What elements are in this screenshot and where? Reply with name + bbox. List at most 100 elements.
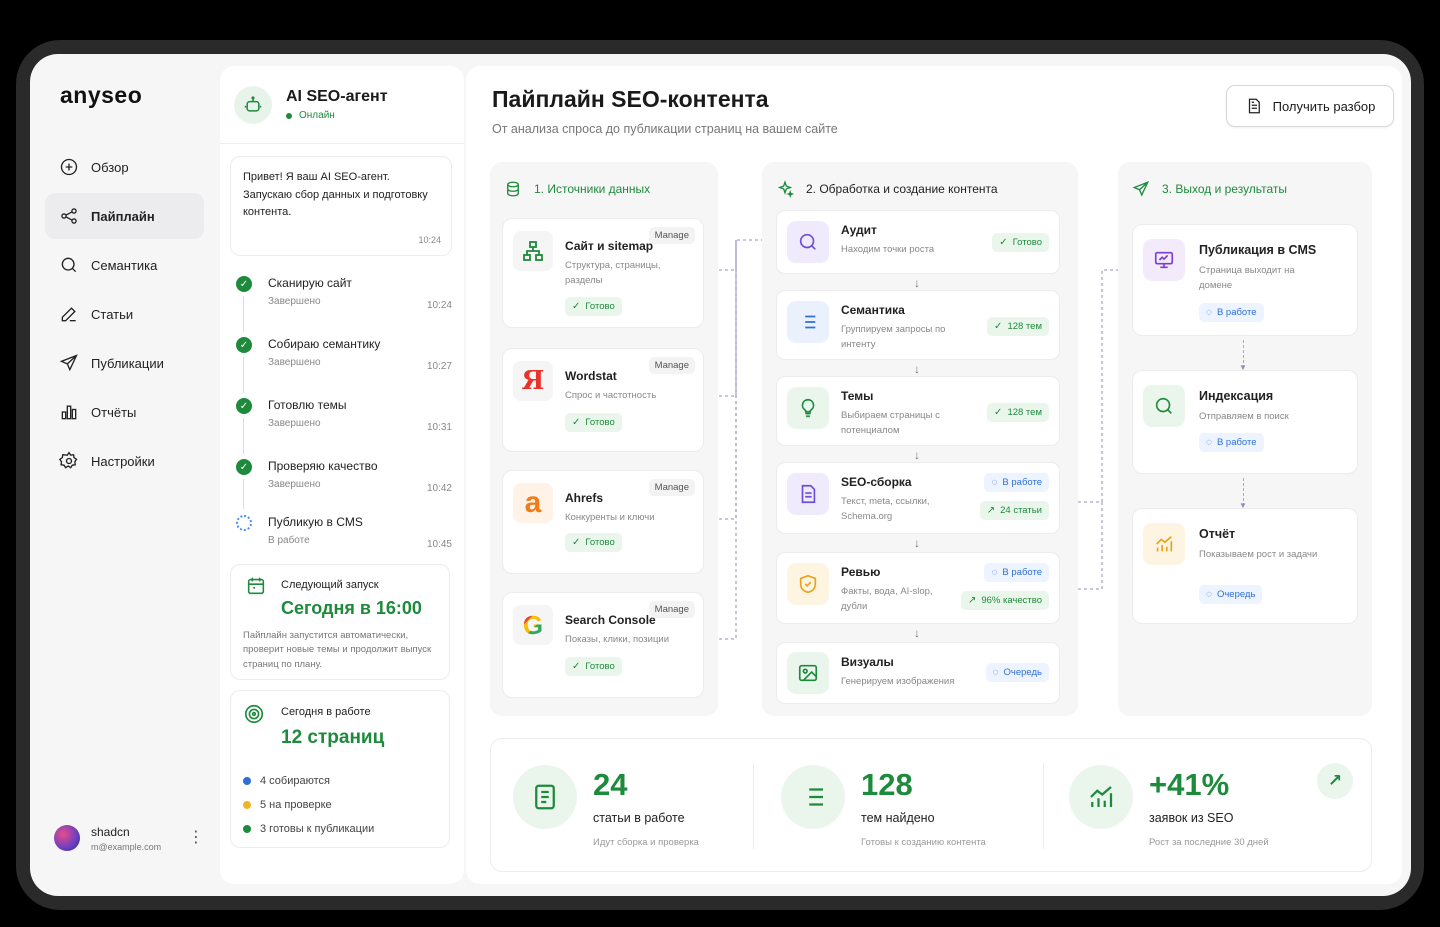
stat-label: статьи в работе	[593, 811, 685, 825]
today-list: 4 собираются 5 на проверке 3 готовы к пу…	[243, 769, 374, 841]
sidebar-item-publications[interactable]: Публикации	[45, 340, 204, 386]
processing-column: 2. Обработка и создание контента Аудит Н…	[762, 162, 1078, 716]
step-title: Собираю семантику	[268, 337, 381, 351]
manage-button[interactable]: Manage	[648, 357, 695, 374]
queue-icon: ◌	[1206, 589, 1212, 600]
step-title: Публикую в CMS	[268, 515, 363, 529]
output-heading: 3. Выход и результаты	[1132, 180, 1287, 198]
search-icon	[61, 257, 77, 273]
get-report-button[interactable]: Получить разбор	[1226, 85, 1394, 127]
output-card-cms[interactable]: Публикация в CMS Страница выходит на дом…	[1132, 224, 1358, 336]
divider	[753, 763, 754, 849]
trend-arrow-icon[interactable]: ↗	[1317, 763, 1353, 799]
sidebar: anyseo Обзор Пайплайн Семантика Статьи П…	[30, 54, 218, 896]
process-desc: Находим точки роста	[841, 244, 935, 255]
page-subtitle: От анализа спроса до публикации страниц …	[492, 122, 838, 136]
process-card-visuals[interactable]: Визуалы Генерируем изображения ◌ Очередь	[776, 642, 1060, 704]
document-icon	[1248, 98, 1260, 114]
avatar	[54, 825, 80, 851]
sidebar-item-label: Пайплайн	[91, 208, 155, 224]
sources-heading: 1. Источники данных	[504, 180, 650, 198]
document-icon	[787, 473, 829, 515]
trend-icon: ↗	[967, 595, 977, 606]
sidebar-item-label: Настройки	[91, 453, 155, 469]
get-report-label: Получить разбор	[1272, 98, 1376, 114]
output-card-report[interactable]: Отчёт Показываем рост и задачи ◌ Очередь	[1132, 508, 1358, 624]
arrow-down-icon: ↓	[914, 536, 920, 550]
step-item: ✓ Проверяю качество Завершено 10:42	[234, 457, 452, 513]
check-circle-icon: ✓	[572, 661, 581, 672]
sidebar-item-reports[interactable]: Отчёты	[45, 389, 204, 435]
manage-button[interactable]: Manage	[648, 479, 695, 496]
process-card-audit[interactable]: Аудит Находим точки роста ✓ Готово	[776, 210, 1060, 274]
step-time: 10:42	[426, 483, 452, 494]
source-card-sitemap[interactable]: Сайт и sitemap Структура, страницы, разд…	[502, 218, 704, 328]
database-icon	[507, 181, 519, 197]
sidebar-item-pipeline[interactable]: Пайплайн	[45, 193, 204, 239]
process-name: Визуалы	[841, 655, 894, 669]
next-run-desc: Пайплайн запустится автоматически, прове…	[243, 630, 432, 670]
step-item: ✓ Готовлю темы Завершено 10:31	[234, 396, 452, 457]
arrow-down-icon: ↓	[914, 626, 920, 640]
quality-badge: ↗ 96% качество	[960, 591, 1049, 610]
check-icon: ✓	[236, 276, 252, 292]
divider	[1043, 763, 1044, 849]
sidebar-item-overview[interactable]: Обзор	[45, 144, 204, 190]
arrow-down-icon: ↓	[914, 276, 920, 290]
loading-icon: ◌	[992, 667, 999, 678]
sidebar-item-label: Отчёты	[91, 404, 137, 420]
manage-button[interactable]: Manage	[648, 227, 695, 244]
loading-icon: ◌	[991, 567, 998, 578]
today-label: Сегодня в работе	[281, 706, 371, 718]
output-card-indexing[interactable]: Индексация Отправляем в поиск ◌ В работе	[1132, 370, 1358, 474]
status-text: Очередь	[1216, 589, 1256, 600]
step-title: Готовлю темы	[268, 398, 347, 412]
monitor-icon	[1143, 239, 1185, 281]
status-text: 128 тем	[1007, 407, 1042, 418]
process-name: Темы	[841, 389, 874, 403]
pen-icon	[61, 307, 76, 322]
document-icon	[513, 765, 577, 829]
source-card-search-console[interactable]: G Search Console Показы, клики, позиции …	[502, 592, 704, 698]
sidebar-item-settings[interactable]: Настройки	[45, 438, 204, 484]
list-item: 3 готовы к публикации	[243, 817, 374, 841]
bar-chart-icon	[61, 405, 77, 420]
process-desc: Факты, вода, AI-slop, дубли	[841, 586, 933, 612]
source-card-wordstat[interactable]: Я Wordstat Спрос и частотность Manage ✓ Г…	[502, 348, 704, 452]
process-card-semantics[interactable]: Семантика Группируем запросы по интенту …	[776, 290, 1060, 360]
status-badge: ✓ 128 тем	[987, 317, 1049, 336]
send-icon	[1132, 181, 1150, 197]
search-icon	[787, 221, 829, 263]
process-card-topics[interactable]: Темы Выбираем страницы с потенциалом ✓ 12…	[776, 376, 1060, 446]
more-vertical-icon[interactable]: ⋮	[188, 830, 204, 846]
stat-leads: +41% заявок из SEO Рост за последние 30 …	[1047, 739, 1373, 873]
today-card: Сегодня в работе 12 страниц 4 собираются…	[230, 690, 450, 848]
user-profile[interactable]: shadcn m@example.com ⋮	[54, 818, 204, 858]
manage-button[interactable]: Manage	[648, 601, 695, 618]
sidebar-item-label: Обзор	[91, 159, 129, 175]
agent-header: AI SEO-агент Онлайн	[220, 66, 464, 144]
stat-desc: Готовы к созданию контента	[861, 837, 986, 848]
output-name: Отчёт	[1199, 527, 1236, 541]
target-icon	[243, 703, 267, 727]
check-circle-icon: ✓	[572, 417, 581, 428]
sidebar-item-articles[interactable]: Статьи	[45, 291, 204, 337]
step-time: 10:27	[426, 361, 452, 372]
output-name: Индексация	[1199, 389, 1274, 403]
process-name: Аудит	[841, 223, 877, 237]
sidebar-item-label: Статьи	[91, 306, 134, 322]
step-status: В работе	[268, 535, 310, 546]
process-card-review[interactable]: Ревью Факты, вода, AI-slop, дубли ◌ В раб…	[776, 552, 1060, 624]
status-badge: ✓ Готово	[565, 657, 622, 676]
source-card-ahrefs[interactable]: a Ahrefs Конкуренты и ключи Manage ✓ Гото…	[502, 470, 704, 574]
check-icon: ✓	[236, 398, 252, 414]
process-desc: Группируем запросы по интенту	[841, 324, 946, 350]
output-name: Публикация в CMS	[1199, 243, 1317, 257]
list-item: 5 на проверке	[243, 793, 374, 817]
process-card-seo-build[interactable]: SEO-сборка Текст, meta, ссылки, Schema.o…	[776, 462, 1060, 534]
stat-value: +41%	[1149, 767, 1230, 802]
trend-icon: ↗	[986, 505, 996, 516]
gear-icon	[59, 451, 78, 469]
status-badge: ✓ Готово	[565, 297, 622, 316]
sidebar-item-semantics[interactable]: Семантика	[45, 242, 204, 288]
